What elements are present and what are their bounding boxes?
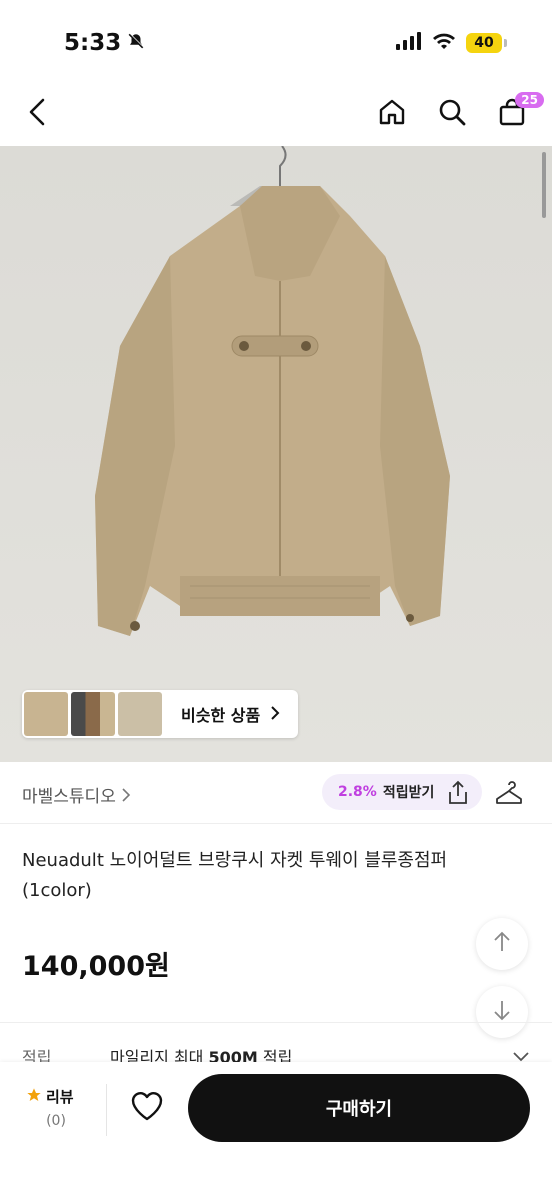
arrow-up-icon bbox=[492, 931, 512, 957]
similar-products-label: 비슷한 상품 bbox=[181, 706, 261, 725]
chevron-right-icon bbox=[121, 787, 131, 807]
review-label: 리뷰 bbox=[46, 1088, 74, 1106]
chevron-left-icon bbox=[26, 97, 50, 131]
reward-rate: 2.8% bbox=[338, 784, 377, 800]
buy-button[interactable]: 구매하기 bbox=[188, 1074, 530, 1142]
mileage-key: 적립 bbox=[22, 1048, 52, 1064]
back-button[interactable] bbox=[18, 94, 58, 134]
bottom-action-bar: 리뷰 (0) 구매하기 bbox=[0, 1062, 552, 1200]
star-icon bbox=[26, 1087, 42, 1107]
chevron-right-icon bbox=[270, 705, 280, 724]
product-image[interactable] bbox=[0, 146, 552, 762]
search-button[interactable] bbox=[432, 94, 472, 134]
battery-icon: 40 bbox=[466, 33, 507, 53]
wifi-icon bbox=[432, 32, 456, 54]
store-link[interactable]: 마벨스튜디오 bbox=[22, 782, 131, 807]
store-name: 마벨스튜디오 bbox=[22, 787, 116, 807]
mute-bell-icon bbox=[127, 30, 145, 56]
status-bar: 5:33 40 bbox=[0, 0, 552, 80]
clothes-hanger-icon[interactable] bbox=[494, 778, 524, 812]
home-button[interactable] bbox=[372, 94, 412, 134]
search-icon bbox=[437, 97, 467, 131]
scroll-down-button[interactable] bbox=[476, 986, 528, 1038]
product-price: 140,000원 bbox=[22, 951, 170, 982]
similar-thumb bbox=[118, 692, 162, 736]
top-nav: 25 bbox=[0, 80, 552, 146]
time-text: 5:33 bbox=[64, 30, 122, 56]
cart-button[interactable]: 25 bbox=[492, 92, 544, 134]
vertical-divider bbox=[106, 1084, 107, 1136]
review-count: (0) bbox=[46, 1113, 66, 1129]
reward-label: 적립받기 bbox=[382, 785, 435, 801]
scroll-up-button[interactable] bbox=[476, 918, 528, 970]
mileage-value: 마일리지 최대 500M 적립 bbox=[110, 1044, 292, 1064]
review-top: 리뷰 bbox=[26, 1086, 86, 1107]
similar-thumb bbox=[71, 692, 115, 736]
signal-icon bbox=[396, 32, 422, 54]
image-scrollbar[interactable] bbox=[542, 152, 546, 218]
review-button[interactable]: 리뷰 (0) bbox=[26, 1086, 86, 1129]
status-time: 5:33 bbox=[64, 30, 145, 56]
status-icons: 40 bbox=[396, 32, 507, 54]
similar-products-button[interactable]: 비슷한 상품 bbox=[22, 690, 298, 738]
mileage-row[interactable]: 적립 마일리지 최대 500M 적립 bbox=[0, 1040, 552, 1064]
heart-icon[interactable] bbox=[130, 1090, 164, 1126]
similar-thumb bbox=[24, 692, 68, 736]
jacket-illustration bbox=[95, 146, 450, 636]
store-row: 마벨스튜디오 2.8% 적립받기 bbox=[0, 762, 552, 824]
home-icon bbox=[377, 97, 407, 131]
share-icon[interactable] bbox=[446, 780, 470, 810]
product-title: Neuadult 노이어덜트 브랑쿠시 자켓 투웨이 블루종점퍼 (1color… bbox=[22, 850, 448, 901]
cart-count-badge: 25 bbox=[515, 92, 544, 108]
section-divider bbox=[0, 1022, 552, 1023]
